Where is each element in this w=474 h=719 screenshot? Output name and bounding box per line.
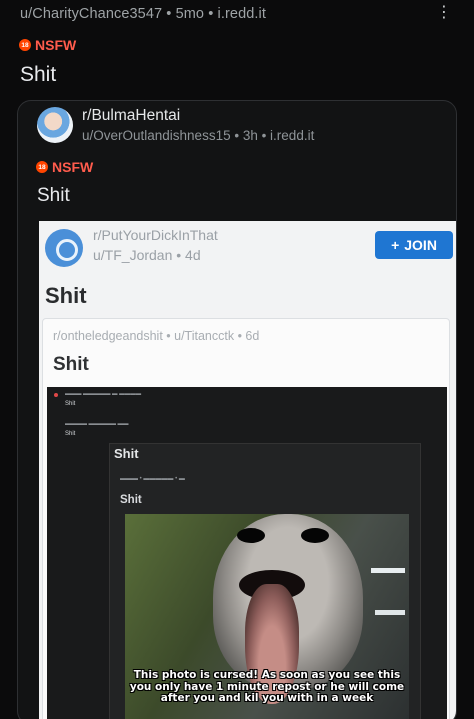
- more-options-icon[interactable]: ⋮: [436, 2, 452, 22]
- photo-caption: This photo is cursed! As soon as you see…: [129, 669, 405, 704]
- nsfw-18-icon: 18: [36, 161, 48, 173]
- deep-nested-post: Shit ▬▬▬ • ▬▬▬▬▬ • ▬ Shit This photo is …: [109, 443, 421, 719]
- image-subreddit: r/PutYourDickInThat: [93, 227, 218, 243]
- image-post-title: Shit: [45, 283, 87, 308]
- plus-icon: +: [391, 237, 400, 253]
- deep-title-2: Shit: [120, 494, 142, 506]
- nested-meta: r/ontheledgeandshit • u/Titancctk • 6d: [53, 329, 260, 343]
- join-label: JOIN: [404, 237, 437, 253]
- nested-dark-screenshot: ▬▬▬ ▬▬▬▬▬ ▬ ▬▬▬▬ Shit ▬▬▬▬ ▬▬▬▬▬ ▬▬ Shit…: [47, 387, 447, 719]
- nsfw-tag: 18 NSFW: [19, 37, 76, 53]
- dark-line-2: Shit: [65, 431, 76, 437]
- photo-light: [375, 610, 405, 615]
- nsfw-label: NSFW: [35, 37, 77, 53]
- blurred-meta: ▬▬▬ ▬▬▬▬▬ ▬ ▬▬▬▬: [65, 391, 142, 397]
- dark-line-1: Shit: [65, 401, 76, 407]
- crosspost-title[interactable]: Shit: [37, 185, 70, 207]
- crosspost-card[interactable]: r/BulmaHentai u/OverOutlandishness15 • 3…: [17, 100, 457, 719]
- nested-title: Shit: [53, 354, 89, 375]
- photo-light: [371, 568, 405, 573]
- image-join-button: + JOIN: [375, 231, 453, 259]
- crosspost-subreddit[interactable]: r/BulmaHentai: [82, 107, 180, 125]
- nested-post: r/ontheledgeandshit • u/Titancctk • 6d S…: [42, 318, 450, 719]
- nsfw-label: NSFW: [52, 159, 94, 175]
- image-user: u/TF_Jordan • 4d: [93, 247, 201, 263]
- post-title[interactable]: Shit: [20, 63, 56, 87]
- blurred-meta: ▬▬▬▬ ▬▬▬▬▬ ▬▬: [65, 421, 129, 427]
- planet-subreddit-icon: [45, 229, 83, 267]
- photo-eye: [237, 528, 265, 543]
- deep-title: Shit: [114, 446, 139, 461]
- crosspost-meta: u/OverOutlandishness15 • 3h • i.redd.it: [82, 128, 315, 143]
- nsfw-18-icon: 18: [19, 39, 31, 51]
- subreddit-avatar[interactable]: [37, 107, 73, 143]
- photo-eye: [301, 528, 329, 543]
- blurred-meta: ▬▬▬ • ▬▬▬▬▬ • ▬: [120, 476, 185, 482]
- post-image[interactable]: r/PutYourDickInThat u/TF_Jordan • 4d + J…: [39, 221, 456, 719]
- crosspost-nsfw-tag: 18 NSFW: [36, 159, 93, 175]
- cursed-photo: This photo is cursed! As soon as you see…: [125, 514, 409, 719]
- post-meta: u/CharityChance3547 • 5mo • i.redd.it: [20, 6, 266, 22]
- upvote-icon: [54, 393, 58, 397]
